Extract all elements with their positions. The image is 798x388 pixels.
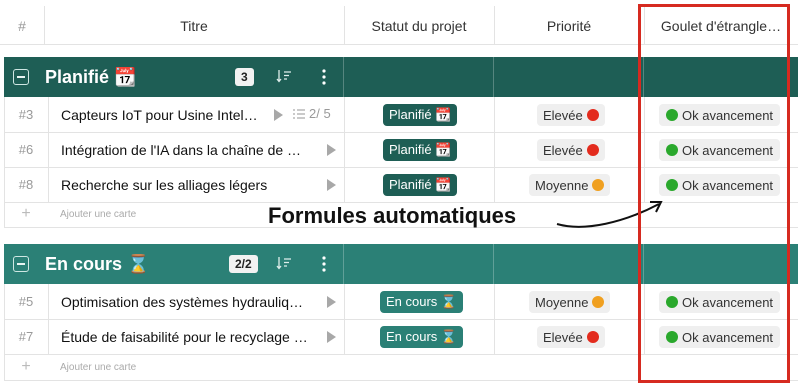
priority-badge[interactable]: Moyenne [529,291,611,313]
more-options-icon[interactable] [321,68,327,86]
card-title[interactable]: Intégration de l'IA dans la chaîne de … [61,132,301,167]
card-title[interactable]: Capteurs IoT pour Usine Intel… [61,97,258,132]
priority-badge[interactable]: Elevée [537,104,605,126]
play-icon[interactable] [327,331,336,343]
column-header-title[interactable]: Titre [44,8,344,44]
sort-icon[interactable] [276,68,292,84]
row-number: #7 [18,329,34,344]
play-icon[interactable] [327,179,336,191]
status-badge[interactable]: Planifié 📆 [383,139,458,161]
priority-badge[interactable]: Elevée [537,139,605,161]
card-title[interactable]: Étude de faisabilité pour le recyclage … [61,319,308,354]
column-header-status[interactable]: Statut du projet [344,8,494,44]
orange-circle-icon [592,179,605,191]
card-title[interactable]: Recherche sur les alliages légers [61,167,267,202]
status-badge[interactable]: Planifié 📆 [383,104,458,126]
highlight-frame [638,4,790,383]
collapse-group-button[interactable] [13,256,29,272]
play-icon[interactable] [274,109,283,121]
orange-circle-icon [592,296,605,308]
group-count-badge: 3 [235,68,254,86]
more-options-icon[interactable] [321,255,327,273]
sort-icon[interactable] [276,255,292,271]
add-card-button[interactable]: Ajouter une carte [60,354,136,380]
plus-icon[interactable]: + [4,202,48,226]
column-header-priority[interactable]: Priorité [494,8,644,44]
plus-icon[interactable]: + [4,354,48,380]
header-divider [44,6,45,44]
group-title: En cours ⌛ [45,254,150,274]
checklist-progress: 2/ 5 [292,106,331,121]
checklist-icon [293,108,305,119]
row-number: #6 [18,142,34,157]
group-count-badge: 2/2 [229,255,258,273]
priority-badge[interactable]: Moyenne [529,174,611,196]
play-icon[interactable] [327,296,336,308]
add-card-button[interactable]: Ajouter une carte [60,202,136,226]
red-circle-icon [586,331,599,343]
collapse-group-button[interactable] [13,69,29,85]
play-icon[interactable] [327,144,336,156]
card-title[interactable]: Optimisation des systèmes hydrauliq… [61,284,303,319]
row-number: #3 [18,107,34,122]
annotation-label: Formules automatiques [268,203,517,228]
header-divider [494,6,495,44]
red-circle-icon [586,144,599,156]
group-title: Planifié 📆 [45,67,137,87]
row-number: #5 [18,294,34,309]
red-circle-icon [586,109,599,121]
row-number: #8 [18,177,34,192]
column-header-number[interactable]: # [0,8,44,44]
priority-badge[interactable]: Elevée [537,326,605,348]
status-badge[interactable]: En cours ⌛ [380,326,464,348]
status-badge[interactable]: Planifié 📆 [383,174,458,196]
status-badge[interactable]: En cours ⌛ [380,291,464,313]
header-divider [344,6,345,44]
